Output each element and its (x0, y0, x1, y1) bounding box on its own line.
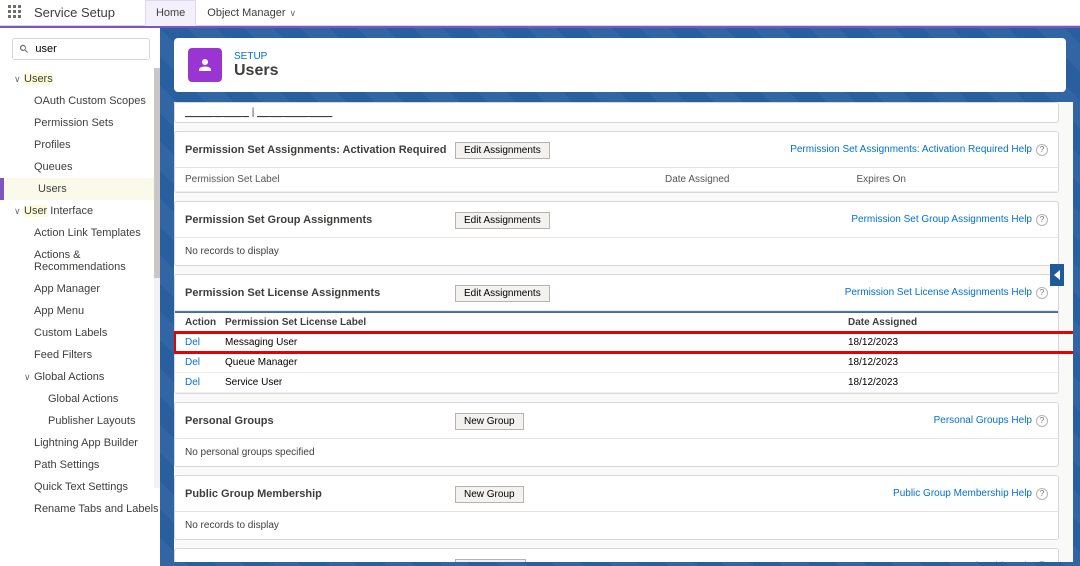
psa-help-link[interactable]: Permission Set Assignments: Activation R… (790, 144, 1032, 155)
psl-row-date: 18/12/2023 (848, 377, 1048, 388)
psl-delete-link[interactable]: Del (185, 357, 225, 368)
psa-col-label: Permission Set Label (185, 174, 665, 185)
help-icon[interactable]: ? (1036, 287, 1048, 299)
card-qm: Queue Membership New Queue Queue Members… (174, 548, 1059, 562)
psl-row-label: Messaging User (225, 337, 848, 348)
psa-title: Permission Set Assignments: Activation R… (185, 144, 455, 156)
chevron-down-icon: ∨ (290, 8, 297, 18)
top-bar: Service Setup Home Object Manager∨ (0, 0, 1080, 26)
sidebar-item-profiles[interactable]: Profiles (0, 134, 160, 156)
content-scroll[interactable]: _____ _ ___ _ | __ __ ____ ____ Permissi… (174, 102, 1073, 562)
pg-help-link[interactable]: Personal Groups Help (934, 415, 1032, 426)
sidebar-item-queues[interactable]: Queues (0, 156, 160, 178)
psl-title: Permission Set License Assignments (185, 287, 455, 299)
pgm-help-link[interactable]: Public Group Membership Help (893, 488, 1032, 499)
quick-find-search[interactable] (12, 38, 150, 60)
help-icon[interactable]: ? (1036, 561, 1048, 563)
psl-row-label: Queue Manager (225, 357, 848, 368)
sidebar-item-rename-tabs-labels[interactable]: Rename Tabs and Labels (0, 498, 160, 520)
sidebar-item-permission-sets[interactable]: Permission Sets (0, 112, 160, 134)
tab-object-manager[interactable]: Object Manager∨ (196, 0, 307, 26)
psl-row-date: 18/12/2023 (848, 357, 1048, 368)
psa-edit-button[interactable]: Edit Assignments (455, 142, 550, 159)
pgm-new-button[interactable]: New Group (455, 486, 524, 503)
sidebar: ∨Users OAuth Custom Scopes Permission Se… (0, 28, 160, 566)
psa-col-date: Date Assigned (665, 174, 857, 185)
sidebar-item-users[interactable]: Users (0, 178, 160, 200)
psl-col-label: Permission Set License Label (225, 317, 848, 328)
card-psa: Permission Set Assignments: Activation R… (174, 131, 1059, 193)
psg-help-link[interactable]: Permission Set Group Assignments Help (851, 214, 1032, 225)
psl-row: Del Service User 18/12/2023 (175, 373, 1058, 393)
qm-title: Queue Membership (185, 561, 455, 563)
sidebar-item-path-settings[interactable]: Path Settings (0, 454, 160, 476)
card-psl: Permission Set License Assignments Edit … (174, 274, 1059, 394)
sidebar-item-action-link-templates[interactable]: Action Link Templates (0, 222, 160, 244)
card-psg: Permission Set Group Assignments Edit As… (174, 201, 1059, 266)
sidebar-group-users[interactable]: ∨Users (0, 68, 160, 90)
pg-new-button[interactable]: New Group (455, 413, 524, 430)
psl-delete-link[interactable]: Del (185, 337, 225, 348)
sidebar-item-lightning-app-builder[interactable]: Lightning App Builder (0, 432, 160, 454)
psl-col-date: Date Assigned (848, 317, 1048, 328)
sidebar-item-global-actions[interactable]: ∨Global Actions (0, 366, 160, 388)
sidebar-item-actions-recommendations[interactable]: Actions & Recommendations (0, 244, 160, 278)
user-icon (188, 48, 222, 82)
help-icon[interactable]: ? (1036, 415, 1048, 427)
search-input[interactable] (35, 43, 143, 55)
app-launcher-icon[interactable] (8, 5, 24, 21)
page-header: SETUP Users (174, 38, 1066, 92)
sidebar-item-app-menu[interactable]: App Menu (0, 300, 160, 322)
sidebar-item-global-actions-sub[interactable]: Global Actions (0, 388, 160, 410)
sidebar-item-feed-filters[interactable]: Feed Filters (0, 344, 160, 366)
psl-row-label: Service User (225, 377, 848, 388)
qm-help-link[interactable]: Queue Membership Help (921, 561, 1032, 562)
pgm-empty: No records to display (175, 512, 1058, 539)
card-pgm: Public Group Membership New Group Public… (174, 475, 1059, 540)
pgm-title: Public Group Membership (185, 488, 455, 500)
psl-delete-link[interactable]: Del (185, 377, 225, 388)
pg-title: Personal Groups (185, 415, 455, 427)
page-eyebrow: SETUP (234, 51, 278, 62)
psl-edit-button[interactable]: Edit Assignments (455, 285, 550, 302)
main: SETUP Users _____ _ ___ _ | __ __ ____ _… (160, 28, 1080, 566)
page-title: Users (234, 62, 278, 80)
psg-edit-button[interactable]: Edit Assignments (455, 212, 550, 229)
sidebar-item-custom-labels[interactable]: Custom Labels (0, 322, 160, 344)
pg-empty: No personal groups specified (175, 439, 1058, 466)
psg-title: Permission Set Group Assignments (185, 214, 455, 226)
help-icon[interactable]: ? (1036, 214, 1048, 226)
sidebar-item-oauth-scopes[interactable]: OAuth Custom Scopes (0, 90, 160, 112)
psl-row: Del Queue Manager 18/12/2023 (175, 353, 1058, 373)
psl-row-date: 18/12/2023 (848, 337, 1048, 348)
psl-row: Del Messaging User 18/12/2023 (175, 333, 1058, 353)
breadcrumb-bar: _____ _ ___ _ | __ __ ____ ____ (174, 102, 1059, 123)
psg-empty: No records to display (175, 238, 1058, 265)
panel-collapse-handle[interactable] (1050, 264, 1064, 286)
help-icon[interactable]: ? (1036, 144, 1048, 156)
psl-col-action: Action (185, 317, 225, 328)
psa-col-expires: Expires On (857, 174, 1049, 185)
search-icon (19, 43, 29, 55)
tab-home[interactable]: Home (145, 0, 196, 26)
sidebar-item-quick-text-settings[interactable]: Quick Text Settings (0, 476, 160, 498)
sidebar-item-publisher-layouts[interactable]: Publisher Layouts (0, 410, 160, 432)
psl-help-link[interactable]: Permission Set License Assignments Help (845, 287, 1032, 298)
sidebar-group-user-interface[interactable]: ∨User Interface (0, 200, 160, 222)
card-pg: Personal Groups New Group Personal Group… (174, 402, 1059, 467)
app-title: Service Setup (34, 5, 115, 20)
sidebar-item-app-manager[interactable]: App Manager (0, 278, 160, 300)
help-icon[interactable]: ? (1036, 488, 1048, 500)
qm-new-button[interactable]: New Queue (455, 559, 526, 562)
